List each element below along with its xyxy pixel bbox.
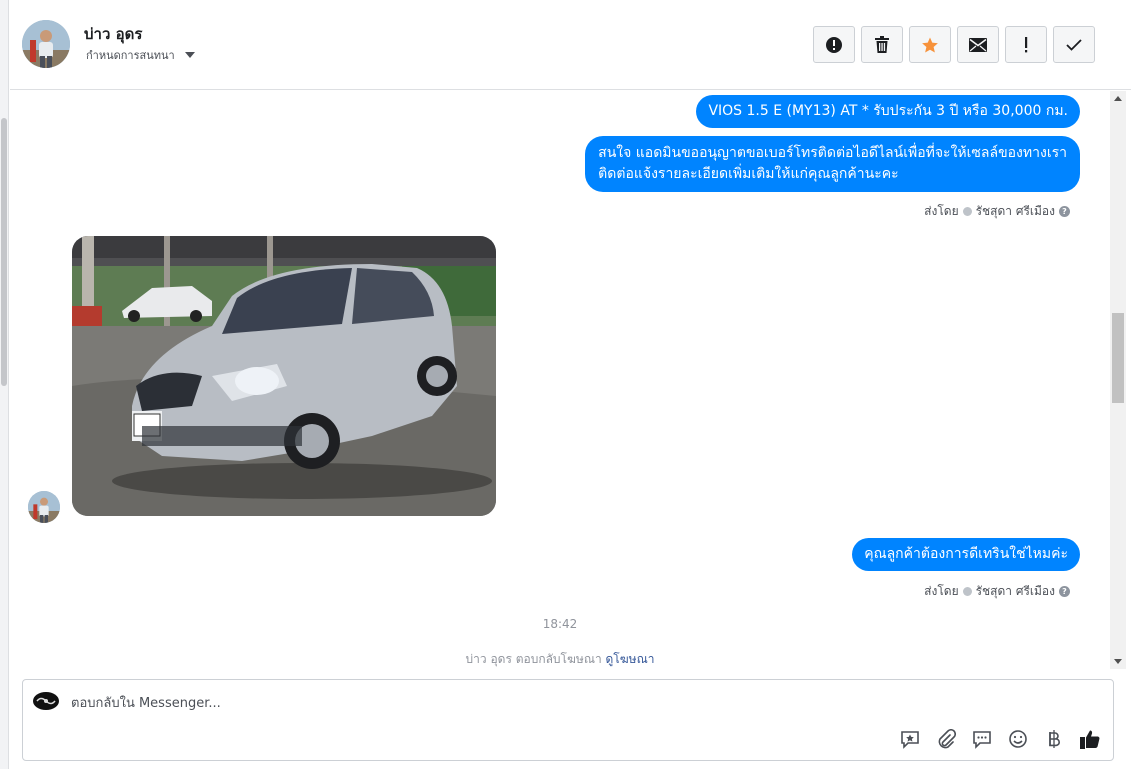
message-thread[interactable]: VIOS 1.5 E (MY13) AT * รับประกัน 3 ปี หร… — [10, 91, 1110, 669]
contact-name[interactable]: บ่าว อุดร — [84, 22, 142, 46]
message-text: VIOS 1.5 E (MY13) AT * รับประกัน 3 ปี หร… — [708, 103, 1068, 119]
silver-hatchback-car-photo — [72, 236, 496, 516]
avatar[interactable] — [22, 20, 70, 68]
sent-by-label: ส่งโดย — [924, 204, 959, 218]
ad-reply-note: บ่าว อุดร ตอบกลับโฆษณา ดูโฆษณา — [10, 650, 1110, 669]
mark-done-button[interactable] — [1053, 26, 1095, 63]
scroll-up-arrow[interactable] — [1114, 96, 1122, 101]
scroll-down-arrow[interactable] — [1114, 659, 1122, 664]
check-icon — [1066, 38, 1082, 51]
message-timestamp: 18:42 — [542, 617, 578, 631]
incoming-photo-message[interactable] — [72, 236, 496, 516]
chat-bubble-icon[interactable] — [971, 728, 993, 750]
delete-button[interactable] — [861, 26, 903, 63]
message-scrollbar[interactable] — [1110, 91, 1126, 669]
page-logo — [33, 692, 59, 710]
left-panel-scrollbar[interactable] — [0, 0, 9, 769]
assign-conversation-dropdown[interactable]: กำหนดการสนทนา — [86, 46, 195, 64]
mark-unread-button[interactable] — [957, 26, 999, 63]
trash-icon — [875, 35, 889, 53]
verified-icon — [962, 207, 972, 216]
left-scroll-thumb[interactable] — [1, 118, 7, 386]
message-text-line: สนใจ แอดมินขออนุญาตขอเบอร์โทรติดต่อไอดีไ… — [598, 145, 1067, 161]
alert-circle-icon — [826, 36, 842, 53]
chevron-down-icon — [184, 52, 195, 58]
sent-by-label: ส่งโดย — [924, 584, 959, 598]
conversation-toolbar — [813, 26, 1095, 63]
help-icon[interactable]: ? — [1059, 586, 1070, 597]
view-ad-link[interactable]: ดูโฆษณา — [606, 652, 655, 666]
ad-reply-text: บ่าว อุดร ตอบกลับโฆษณา — [465, 652, 602, 666]
important-button[interactable] — [1005, 26, 1047, 63]
outgoing-message-bubble[interactable]: คุณลูกค้าต้องการดีเทรินใช่ไหมค่ะ — [852, 538, 1080, 571]
verified-icon — [962, 587, 972, 596]
attachment-icon[interactable] — [935, 728, 957, 750]
thumbs-up-icon[interactable] — [1079, 728, 1101, 750]
star-button[interactable] — [909, 26, 951, 63]
outgoing-message-bubble[interactable]: สนใจ แอดมินขออนุญาตขอเบอร์โทรติดต่อไอดีไ… — [585, 136, 1080, 192]
contact-avatar-small[interactable] — [28, 491, 60, 523]
message-text: คุณลูกค้าต้องการดีเทรินใช่ไหมค่ะ — [864, 546, 1068, 562]
composer-toolbar — [899, 728, 1101, 750]
assign-label: กำหนดการสนทนา — [86, 49, 175, 62]
outgoing-message-bubble[interactable]: VIOS 1.5 E (MY13) AT * รับประกัน 3 ปี หร… — [696, 95, 1080, 128]
help-icon[interactable]: ? — [1059, 206, 1070, 217]
message-text-line: ติดต่อแจ้งรายละเอียดเพิ่มเติมให้แก่คุณลู… — [598, 166, 899, 182]
spam-alert-button[interactable] — [813, 26, 855, 63]
sent-by-info: ส่งโดย รัชสุดา ศรีเมือง ? — [924, 202, 1070, 221]
conversation-header: บ่าว อุดร กำหนดการสนทนา — [10, 0, 1131, 90]
reply-input[interactable] — [71, 692, 971, 714]
messenger-inbox-window: บ่าว อุดร กำหนดการสนทนา VIOS 1.5 E (MY13… — [0, 0, 1131, 769]
scroll-thumb[interactable] — [1112, 313, 1124, 403]
sender-name: รัชสุดา ศรีเมือง — [975, 204, 1055, 218]
sent-by-info: ส่งโดย รัชสุดา ศรีเมือง ? — [924, 582, 1070, 601]
saved-reply-icon[interactable] — [899, 728, 921, 750]
baht-icon[interactable] — [1043, 728, 1065, 750]
message-composer — [22, 679, 1114, 761]
sender-name: รัชสุดา ศรีเมือง — [975, 584, 1055, 598]
emoji-icon[interactable] — [1007, 728, 1029, 750]
exclamation-icon — [1025, 36, 1028, 52]
star-icon — [922, 37, 938, 52]
envelope-icon — [969, 37, 987, 52]
